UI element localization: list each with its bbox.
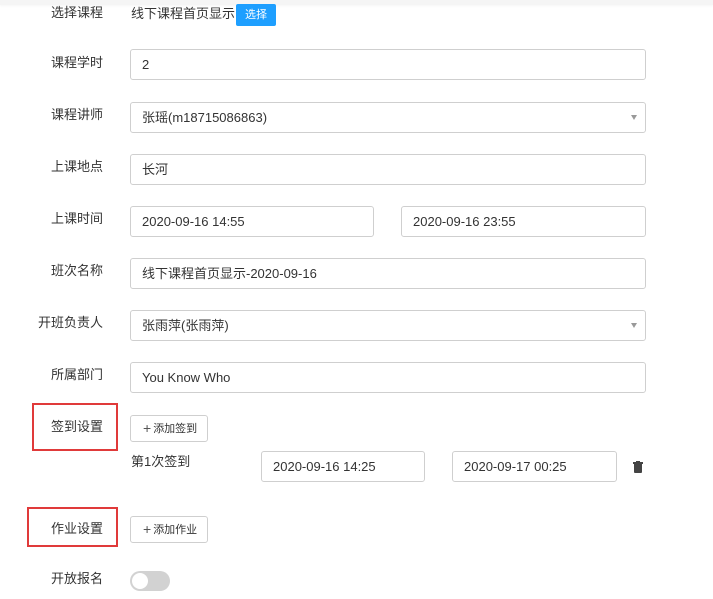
lecturer-select-value: 张瑶(m18715086863): [142, 110, 268, 125]
time-label: 上课时间: [50, 211, 103, 226]
plus-icon: +: [143, 420, 152, 436]
owner-select[interactable]: 张雨萍(张雨萍): [130, 310, 646, 341]
add-sign-in-button[interactable]: + 添加签到: [130, 415, 209, 442]
add-homework-button[interactable]: + 添加作业: [130, 516, 209, 543]
hours-label: 课程学时: [50, 55, 103, 70]
start-time-input[interactable]: 2020-09-16 14:55: [130, 206, 374, 237]
department-label: 所属部门: [50, 367, 103, 382]
chevron-down-icon: [631, 115, 637, 120]
toggle-knob: [132, 573, 148, 589]
add-sign-in-label: 添加签到: [153, 423, 198, 435]
sign-in-start-input[interactable]: 2020-09-16 14:25: [261, 451, 425, 482]
lecturer-label: 课程讲师: [50, 107, 103, 122]
hours-input[interactable]: 2: [130, 49, 646, 80]
lecturer-select[interactable]: 张瑶(m18715086863): [130, 102, 646, 133]
owner-select-value: 张雨萍(张雨萍): [142, 318, 229, 333]
location-input[interactable]: 长河: [130, 154, 646, 185]
sign-in-item-label: 第1次签到: [131, 454, 191, 469]
class-name-label: 班次名称: [50, 263, 103, 278]
top-edge: [0, 0, 713, 5]
open-registration-label: 开放报名: [50, 571, 103, 586]
trash-icon[interactable]: [633, 461, 643, 473]
add-homework-label: 添加作业: [153, 524, 198, 536]
location-label: 上课地点: [50, 159, 103, 174]
select-course-button[interactable]: 选择: [236, 4, 276, 26]
sign-in-end-input[interactable]: 2020-09-17 00:25: [452, 451, 617, 482]
chevron-down-icon: [631, 323, 637, 328]
class-name-input[interactable]: 线下课程首页显示-2020-09-16: [130, 258, 646, 289]
open-registration-toggle[interactable]: [130, 571, 170, 591]
homework-label: 作业设置: [50, 521, 103, 536]
course-value: 线下课程首页显示: [131, 6, 236, 21]
course-label: 选择课程: [50, 5, 103, 20]
owner-label: 开班负责人: [37, 315, 103, 330]
department-input[interactable]: You Know Who: [130, 362, 646, 393]
sign-in-label: 签到设置: [50, 419, 103, 434]
end-time-input[interactable]: 2020-09-16 23:55: [401, 206, 646, 237]
plus-icon: +: [143, 521, 152, 537]
